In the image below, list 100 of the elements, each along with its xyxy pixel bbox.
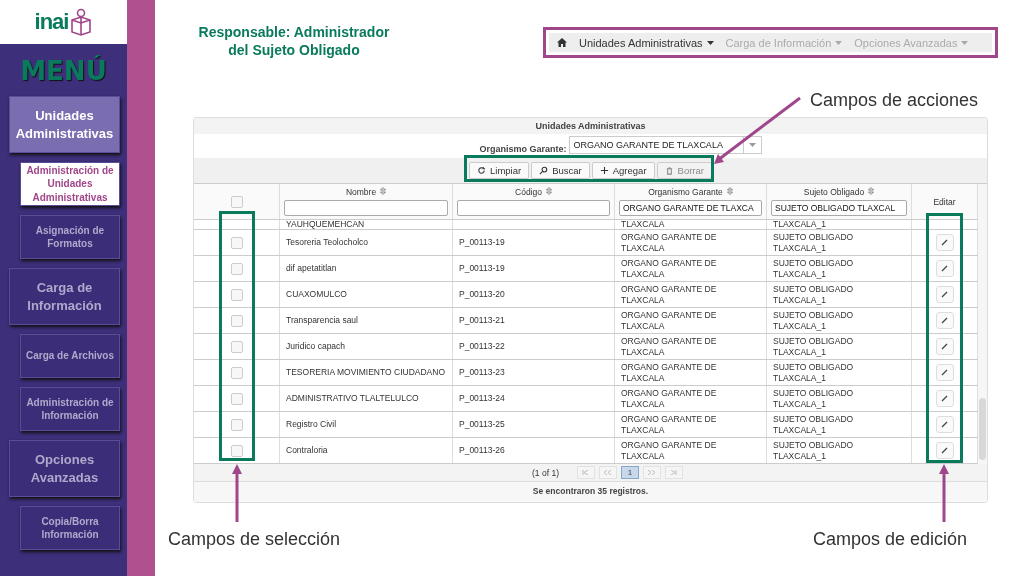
table-cell: TLAXCALA <box>621 220 665 229</box>
table-cell-text: ORGANO GARANTE DE TLAXCALA <box>621 310 718 331</box>
action-button[interactable]: Limpiar <box>469 162 530 179</box>
row-checkbox[interactable] <box>230 314 243 327</box>
table-cell-text: ORGANO GARANTE DE TLAXCALA <box>621 440 718 461</box>
sidebar-item[interactable]: Carga de Archivos <box>20 334 120 378</box>
edit-button[interactable] <box>935 286 954 303</box>
filter-field[interactable] <box>457 200 610 216</box>
table-cell: P_00113-24 <box>459 393 505 404</box>
select-all-checkbox[interactable] <box>230 195 243 208</box>
pencil-icon <box>941 369 948 376</box>
sidebar-item[interactable]: Administración de Información <box>20 387 120 431</box>
row-checkbox[interactable] <box>230 392 243 405</box>
refresh-icon <box>477 166 486 175</box>
action-button[interactable]: Buscar <box>531 162 590 179</box>
table-cell: dif apetatitlan <box>286 263 337 274</box>
table-cell: P_00113-20 <box>459 289 505 300</box>
column-header[interactable]: Código <box>515 187 552 197</box>
table-cell-text: ORGANO GARANTE DE TLAXCALA <box>621 284 718 305</box>
row-checkbox[interactable] <box>230 418 243 431</box>
edit-button[interactable] <box>935 442 954 459</box>
sort-icon <box>545 187 552 195</box>
annotation-label: Campos de acciones <box>810 90 979 111</box>
row-checkbox[interactable] <box>230 236 243 249</box>
previous-page-icon <box>604 470 612 475</box>
table-cell-text: SUJETO OBLIGADO TLAXCALA_1 <box>773 336 855 357</box>
sidebar-item[interactable]: Unidades Administrativas <box>9 96 120 153</box>
home-icon[interactable] <box>557 38 567 47</box>
logo-icon <box>70 8 93 36</box>
first-page-icon <box>582 470 590 475</box>
table-cell: P_00113-23 <box>459 367 505 378</box>
action-button[interactable]: Agregar <box>591 162 655 179</box>
table-cell-text: SUJETO OBLIGADO TLAXCALA_1 <box>773 388 855 409</box>
table-cell: P_00113-22 <box>459 341 505 352</box>
sidebar-item[interactable]: Administración de Unidades Administrativas <box>20 162 120 206</box>
plus-icon <box>599 166 609 175</box>
pencil-icon <box>941 317 948 324</box>
caret-icon <box>961 40 969 45</box>
table-cell: P_00113-21 <box>459 315 505 326</box>
row-checkbox[interactable] <box>230 262 243 275</box>
row-checkbox[interactable] <box>230 288 243 301</box>
column-header[interactable]: Organismo Garante <box>648 187 733 197</box>
table-cell-text: SUJETO OBLIGADO TLAXCALA_1 <box>773 362 855 383</box>
table-cell-text: SUJETO OBLIGADO TLAXCALA_1 <box>773 440 855 461</box>
table-cell: Contraloria <box>286 445 328 456</box>
sidebar-item[interactable]: Asignación de Formatos <box>20 215 120 259</box>
first-page-button[interactable] <box>576 466 595 479</box>
edit-button[interactable] <box>935 260 954 277</box>
organismo-select[interactable]: ORGANO GARANTE DE TLAXCALA <box>568 136 762 154</box>
sidebar-item[interactable]: Carga de Información <box>9 268 120 325</box>
table-cell: Registro Civil <box>286 419 337 430</box>
table-cell: ADMINISTRATIVO TLALTELULCO <box>286 393 419 404</box>
filter-field[interactable]: ORGANO GARANTE DE TLAXCA <box>619 200 762 216</box>
table-cell: P_00113-26 <box>459 445 505 456</box>
row-checkbox[interactable] <box>230 444 243 457</box>
sort-icon <box>868 187 875 195</box>
column-header: Editar <box>933 196 956 207</box>
caret-icon <box>706 40 714 45</box>
pencil-icon <box>941 291 948 298</box>
sort-icon <box>380 187 387 195</box>
table-cell-text: SUJETO OBLIGADO TLAXCALA_1 <box>773 232 855 253</box>
last-page-button[interactable] <box>664 466 683 479</box>
table-cell-text: ORGANO GARANTE DE TLAXCALA <box>621 362 718 383</box>
table-cell-text: ORGANO GARANTE DE TLAXCALA <box>621 414 718 435</box>
table-cell: TLAXCALA_1 <box>773 220 826 229</box>
search-icon <box>539 166 549 175</box>
table-cell-text: ORGANO GARANTE DE TLAXCALA <box>621 258 718 279</box>
logo-text: inai <box>34 9 69 35</box>
sidebar-item[interactable]: Copia/Borra Información <box>20 506 120 550</box>
table-cell: Transparencia saul <box>286 315 358 326</box>
pencil-icon <box>941 421 948 428</box>
pencil-icon <box>941 265 948 272</box>
edit-button[interactable] <box>935 364 954 381</box>
edit-button[interactable] <box>935 312 954 329</box>
next-page-button[interactable] <box>642 466 661 479</box>
nav-menu-item[interactable]: Unidades Administrativas <box>579 36 714 49</box>
edit-button[interactable] <box>935 338 954 355</box>
filter-field[interactable] <box>284 200 448 216</box>
scrollbar[interactable] <box>978 184 987 464</box>
table-cell-text: SUJETO OBLIGADO TLAXCALA_1 <box>773 284 855 305</box>
column-header[interactable]: Nombre <box>345 187 387 197</box>
column-header[interactable]: Sujeto Obligado <box>803 187 875 197</box>
edit-button[interactable] <box>935 416 954 433</box>
table-cell-text: SUJETO OBLIGADO TLAXCALA_1 <box>773 310 855 331</box>
sort-icon <box>726 187 733 195</box>
table-cell-text: SUJETO OBLIGADO TLAXCALA_1 <box>773 258 855 279</box>
annotation-label: Campos de selección <box>168 529 341 550</box>
page-button[interactable]: 1 <box>620 466 639 479</box>
previous-page-button[interactable] <box>598 466 617 479</box>
filter-field[interactable]: SUJETO OBLIGADO TLAXCAL <box>771 200 907 216</box>
edit-button[interactable] <box>935 390 954 407</box>
sidebar-item[interactable]: Opciones Avanzadas <box>9 440 120 497</box>
table-cell: P_00113-25 <box>459 419 505 430</box>
row-checkbox[interactable] <box>230 340 243 353</box>
field-label: Organismo Garante: <box>479 144 567 154</box>
edit-button[interactable] <box>935 234 954 251</box>
table-cell-text: ORGANO GARANTE DE TLAXCALA <box>621 388 718 409</box>
row-checkbox[interactable] <box>230 366 243 379</box>
annotation-label: Campos de edición <box>813 529 968 550</box>
scrollbar-thumb[interactable] <box>979 398 986 460</box>
